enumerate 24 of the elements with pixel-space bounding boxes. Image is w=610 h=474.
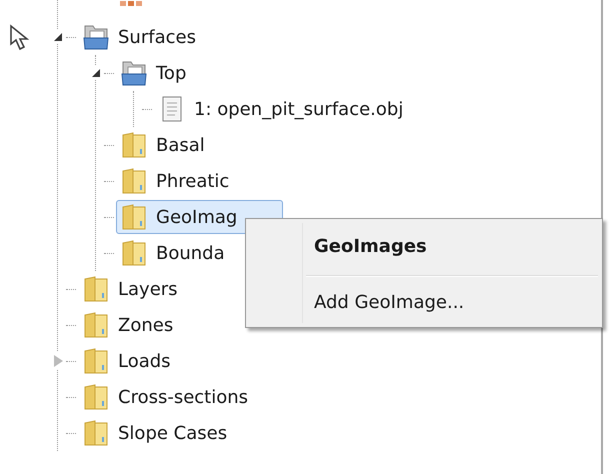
folder-icon <box>120 131 148 159</box>
tree-item[interactable]: Cross-sections <box>78 380 256 414</box>
folder-icon <box>82 419 110 447</box>
folder-icon <box>82 23 110 51</box>
folder-icon <box>120 239 148 267</box>
tree-item[interactable]: 1: open_pit_surface.obj <box>154 92 410 126</box>
tree-item[interactable]: Slope Cases <box>78 416 234 450</box>
tree-item[interactable]: Surfaces <box>78 20 203 54</box>
tree-item[interactable]: Layers <box>78 272 185 306</box>
folder-icon <box>120 203 148 231</box>
tree-item[interactable]: Zones <box>78 308 180 342</box>
tree-item[interactable]: Bounda <box>116 236 232 270</box>
menu-item[interactable]: Add GeoImage... <box>246 277 602 329</box>
folder-icon <box>120 167 148 195</box>
tree-item[interactable]: Loads <box>78 344 178 378</box>
folder-icon <box>120 59 148 87</box>
tree-item[interactable]: Phreatic <box>116 164 236 198</box>
folder-icon <box>82 275 110 303</box>
tree-item[interactable]: Top <box>116 56 194 90</box>
folder-icon <box>82 347 110 375</box>
folder-icon <box>82 383 110 411</box>
tree-item[interactable]: Basal <box>116 128 212 162</box>
menu-header: GeoImages <box>313 235 428 259</box>
folder-icon <box>82 311 110 339</box>
